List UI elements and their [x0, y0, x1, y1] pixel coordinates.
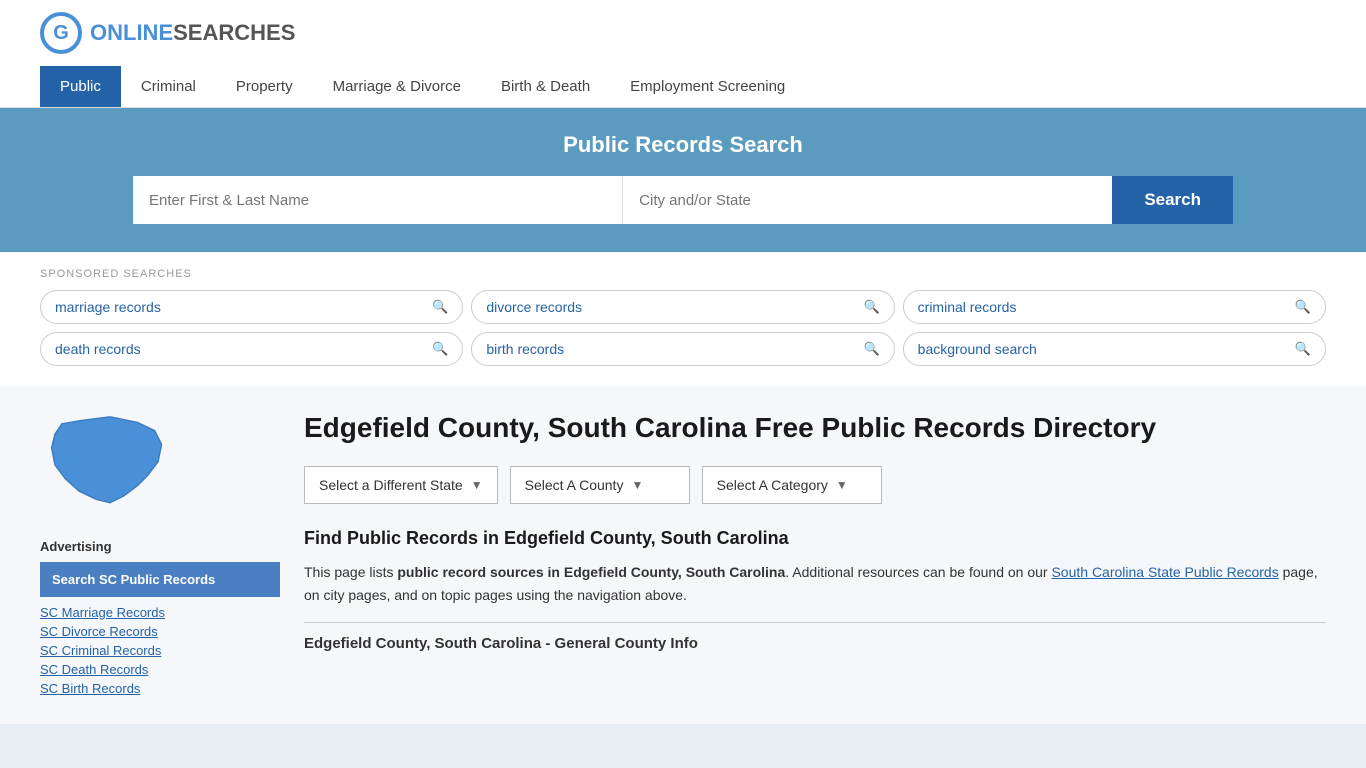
pill-divorce-text: divorce records	[486, 299, 582, 315]
chevron-down-icon-state: ▼	[471, 478, 483, 492]
general-info-label: Edgefield County, South Carolina - Gener…	[304, 635, 1326, 652]
sponsored-label: SPONSORED SEARCHES	[40, 268, 1326, 280]
search-icon-3: 🔍	[1295, 299, 1311, 315]
sidebar-link-marriage[interactable]: SC Marriage Records	[40, 605, 280, 620]
main-nav: Public Criminal Property Marriage & Divo…	[0, 66, 1366, 108]
page-content: Edgefield County, South Carolina Free Pu…	[304, 410, 1326, 700]
category-dropdown[interactable]: Select A Category ▼	[702, 466, 882, 504]
search-icon-2: 🔍	[863, 299, 879, 315]
divider	[304, 622, 1326, 623]
pill-background-search[interactable]: background search 🔍	[903, 332, 1326, 366]
nav-item-criminal[interactable]: Criminal	[121, 66, 216, 107]
pill-marriage-records[interactable]: marriage records 🔍	[40, 290, 463, 324]
pill-birth-records[interactable]: birth records 🔍	[471, 332, 894, 366]
pill-background-text: background search	[918, 341, 1037, 357]
nav-item-birth-death[interactable]: Birth & Death	[481, 66, 610, 107]
search-icon-4: 🔍	[432, 341, 448, 357]
sidebar-link-divorce[interactable]: SC Divorce Records	[40, 624, 280, 639]
search-banner: Public Records Search Search	[0, 108, 1366, 252]
advertising-label: Advertising	[40, 539, 280, 554]
header: G ONLINESEARCHES	[0, 0, 1366, 66]
nav-item-property[interactable]: Property	[216, 66, 313, 107]
pill-divorce-records[interactable]: divorce records 🔍	[471, 290, 894, 324]
search-icon-1: 🔍	[432, 299, 448, 315]
sidebar-link-criminal[interactable]: SC Criminal Records	[40, 643, 280, 658]
nav-item-marriage-divorce[interactable]: Marriage & Divorce	[313, 66, 481, 107]
main-content: Advertising Search SC Public Records SC …	[0, 386, 1366, 724]
county-dropdown-label: Select A County	[525, 477, 624, 493]
search-pills-grid: marriage records 🔍 divorce records 🔍 cri…	[40, 290, 1326, 366]
logo-searches-text: SEARCHES	[173, 20, 295, 45]
chevron-down-icon-county: ▼	[631, 478, 643, 492]
description-text: This page lists public record sources in…	[304, 561, 1326, 606]
sidebar: Advertising Search SC Public Records SC …	[40, 410, 280, 700]
pill-criminal-text: criminal records	[918, 299, 1017, 315]
sidebar-link-birth[interactable]: SC Birth Records	[40, 681, 280, 696]
page-title: Edgefield County, South Carolina Free Pu…	[304, 410, 1326, 446]
search-icon-6: 🔍	[1295, 341, 1311, 357]
location-input[interactable]	[623, 176, 1112, 224]
logo-icon: G	[40, 12, 82, 54]
find-records-title: Find Public Records in Edgefield County,…	[304, 528, 1326, 549]
pill-criminal-records[interactable]: criminal records 🔍	[903, 290, 1326, 324]
pill-birth-text: birth records	[486, 341, 564, 357]
county-dropdown[interactable]: Select A County ▼	[510, 466, 690, 504]
dropdowns-row: Select a Different State ▼ Select A Coun…	[304, 466, 1326, 504]
nav-item-public[interactable]: Public	[40, 66, 121, 107]
name-input[interactable]	[133, 176, 623, 224]
logo: ONLINESEARCHES	[90, 20, 295, 46]
sidebar-link-death[interactable]: SC Death Records	[40, 662, 280, 677]
pill-death-records[interactable]: death records 🔍	[40, 332, 463, 366]
state-dropdown[interactable]: Select a Different State ▼	[304, 466, 498, 504]
state-dropdown-label: Select a Different State	[319, 477, 463, 493]
nav-item-employment[interactable]: Employment Screening	[610, 66, 805, 107]
logo-online-text: ONLINE	[90, 20, 173, 45]
desc-part1: This page lists	[304, 564, 397, 580]
state-map	[40, 410, 280, 523]
search-icon-5: 🔍	[863, 341, 879, 357]
desc-part2: . Additional resources can be found on o…	[785, 564, 1051, 580]
search-button[interactable]: Search	[1112, 176, 1233, 224]
sc-state-map-icon	[40, 410, 180, 520]
search-banner-title: Public Records Search	[40, 132, 1326, 158]
desc-bold: public record sources in Edgefield Count…	[397, 564, 785, 580]
sc-state-link[interactable]: South Carolina State Public Records	[1051, 564, 1278, 580]
chevron-down-icon-category: ▼	[836, 478, 848, 492]
sponsored-section: SPONSORED SEARCHES marriage records 🔍 di…	[0, 252, 1366, 386]
pill-death-text: death records	[55, 341, 141, 357]
pill-marriage-text: marriage records	[55, 299, 161, 315]
ad-box[interactable]: Search SC Public Records	[40, 562, 280, 597]
category-dropdown-label: Select A Category	[717, 477, 828, 493]
search-form: Search	[133, 176, 1233, 224]
